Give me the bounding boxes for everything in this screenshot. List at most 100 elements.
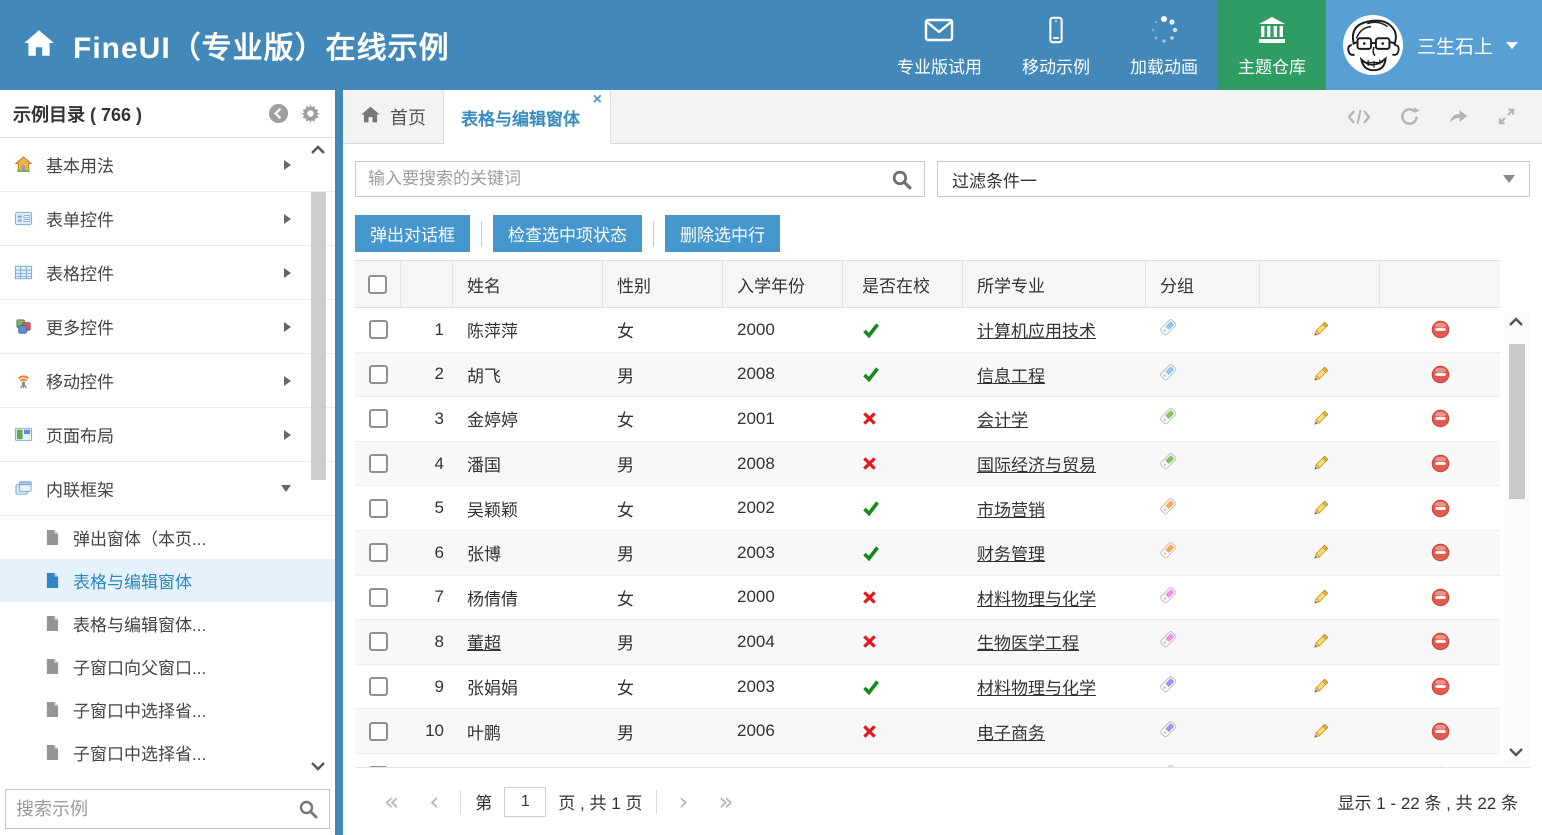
delete-icon[interactable]: [1431, 409, 1450, 428]
row-checkbox[interactable]: [369, 632, 388, 651]
pencil-edit-icon[interactable]: [1311, 722, 1330, 741]
sidebar-group[interactable]: 表单控件: [0, 192, 335, 246]
select-all-checkbox[interactable]: [368, 275, 387, 294]
scroll-down-icon[interactable]: [306, 761, 330, 777]
filter-dropdown[interactable]: 过滤条件一: [937, 161, 1530, 197]
sidebar-item[interactable]: 子窗口中选择省...: [0, 774, 335, 783]
delete-icon[interactable]: [1431, 543, 1450, 562]
pencil-edit-icon[interactable]: [1311, 766, 1330, 767]
scroll-up-icon[interactable]: [306, 144, 330, 160]
row-checkbox[interactable]: [369, 677, 388, 696]
scrollbar-thumb[interactable]: [311, 192, 326, 480]
row-checkbox[interactable]: [369, 722, 388, 741]
refresh-icon[interactable]: [1399, 106, 1420, 127]
sidebar-group[interactable]: 表格控件: [0, 246, 335, 300]
delete-icon[interactable]: [1431, 632, 1450, 651]
row-checkbox[interactable]: [369, 409, 388, 428]
pencil-edit-icon[interactable]: [1311, 632, 1330, 651]
toolbar-button[interactable]: 检查选中项状态: [493, 215, 642, 252]
top-nav-item[interactable]: 加载动画: [1110, 0, 1218, 90]
delete-icon[interactable]: [1431, 365, 1450, 384]
row-checkbox[interactable]: [369, 499, 388, 518]
tab-home[interactable]: 首页: [343, 90, 443, 143]
tab-active[interactable]: 表格与编辑窗体 ×: [443, 90, 611, 144]
delete-icon[interactable]: [1431, 588, 1450, 607]
sidebar-search-input[interactable]: [5, 789, 330, 829]
column-header-year: 入学年份: [723, 261, 843, 307]
table-row: 1 陈萍萍 女 2000 计算机应用技术: [355, 308, 1500, 353]
expand-icon[interactable]: [1497, 107, 1516, 126]
sidebar-item[interactable]: 子窗口中选择省...: [0, 731, 335, 774]
last-page-button[interactable]: »: [703, 789, 748, 814]
sidebar-item[interactable]: 表格与编辑窗体...: [0, 602, 335, 645]
tag-icon: [1158, 674, 1178, 699]
pencil-edit-icon[interactable]: [1311, 409, 1330, 428]
top-nav-item[interactable]: 主题仓库: [1218, 0, 1326, 90]
sidebar-item[interactable]: 子窗口向父窗口...: [0, 645, 335, 688]
share-icon[interactable]: [1447, 107, 1470, 126]
first-page-button[interactable]: «: [369, 789, 414, 814]
pencil-edit-icon[interactable]: [1311, 365, 1330, 384]
collapse-back-icon[interactable]: [268, 103, 289, 124]
sidebar-item[interactable]: 弹出窗体（本页...: [0, 516, 335, 559]
delete-icon[interactable]: [1431, 766, 1450, 767]
major-link[interactable]: 国际经济与贸易: [977, 456, 1096, 475]
pencil-edit-icon[interactable]: [1311, 454, 1330, 473]
delete-icon[interactable]: [1431, 320, 1450, 339]
delete-icon[interactable]: [1431, 722, 1450, 741]
top-nav-item[interactable]: 专业版试用: [877, 0, 1002, 90]
major-link[interactable]: 会计学: [977, 411, 1028, 430]
row-checkbox[interactable]: [369, 320, 388, 339]
major-link[interactable]: 信息工程: [977, 367, 1045, 386]
row-checkbox[interactable]: [369, 365, 388, 384]
pencil-edit-icon[interactable]: [1311, 499, 1330, 518]
student-name: 潘国: [453, 451, 603, 476]
record-summary: 显示 1 - 22 条 , 共 22 条: [1338, 789, 1518, 814]
top-nav-item[interactable]: 移动示例: [1002, 0, 1110, 90]
pencil-edit-icon[interactable]: [1311, 320, 1330, 339]
user-menu[interactable]: 三生石上: [1326, 0, 1542, 90]
sidebar-group[interactable]: 移动控件: [0, 354, 335, 408]
major-link[interactable]: 计算机应用技术: [977, 322, 1096, 341]
row-checkbox[interactable]: [369, 454, 388, 473]
pencil-edit-icon[interactable]: [1311, 588, 1330, 607]
toolbar-button[interactable]: 弹出对话框: [355, 215, 470, 252]
major-link[interactable]: 生物医学工程: [977, 634, 1079, 653]
page-input[interactable]: [504, 787, 546, 817]
major-link[interactable]: 市场营销: [977, 501, 1045, 520]
scroll-down-icon[interactable]: [1504, 747, 1528, 763]
code-icon[interactable]: [1346, 108, 1372, 126]
prev-page-button[interactable]: ‹: [414, 789, 454, 814]
next-page-button[interactable]: ›: [663, 789, 703, 814]
row-checkbox[interactable]: [369, 543, 388, 562]
pencil-edit-icon[interactable]: [1311, 677, 1330, 696]
cross-icon: [843, 411, 963, 426]
student-name[interactable]: 董超: [453, 629, 603, 654]
sidebar-item[interactable]: 表格与编辑窗体: [0, 559, 335, 602]
search-icon[interactable]: [891, 169, 912, 190]
sidebar-splitter[interactable]: [335, 90, 343, 835]
delete-icon[interactable]: [1431, 677, 1450, 696]
gear-icon[interactable]: [300, 103, 321, 124]
scroll-up-icon[interactable]: [1504, 316, 1528, 332]
major-link[interactable]: 材料物理与化学: [977, 679, 1096, 698]
row-checkbox[interactable]: [369, 588, 388, 607]
pencil-edit-icon[interactable]: [1311, 543, 1330, 562]
close-icon[interactable]: ×: [593, 92, 602, 108]
major-link[interactable]: 电子商务: [977, 724, 1045, 743]
scrollbar-thumb[interactable]: [1509, 344, 1525, 499]
delete-icon[interactable]: [1431, 499, 1450, 518]
toolbar-button[interactable]: 删除选中行: [665, 215, 780, 252]
sidebar-group[interactable]: 页面布局: [0, 408, 335, 462]
major-link[interactable]: 材料物理与化学: [977, 590, 1096, 609]
sidebar-group[interactable]: 基本用法: [0, 138, 335, 192]
keyword-search-input[interactable]: [356, 162, 924, 196]
sidebar-group[interactable]: 更多控件: [0, 300, 335, 354]
enroll-year: 2006: [723, 721, 843, 741]
major-link[interactable]: 财务管理: [977, 545, 1045, 564]
row-checkbox[interactable]: [369, 766, 388, 767]
search-icon[interactable]: [298, 799, 318, 819]
sidebar-item[interactable]: 子窗口中选择省...: [0, 688, 335, 731]
delete-icon[interactable]: [1431, 454, 1450, 473]
sidebar-group[interactable]: 内联框架: [0, 462, 335, 516]
